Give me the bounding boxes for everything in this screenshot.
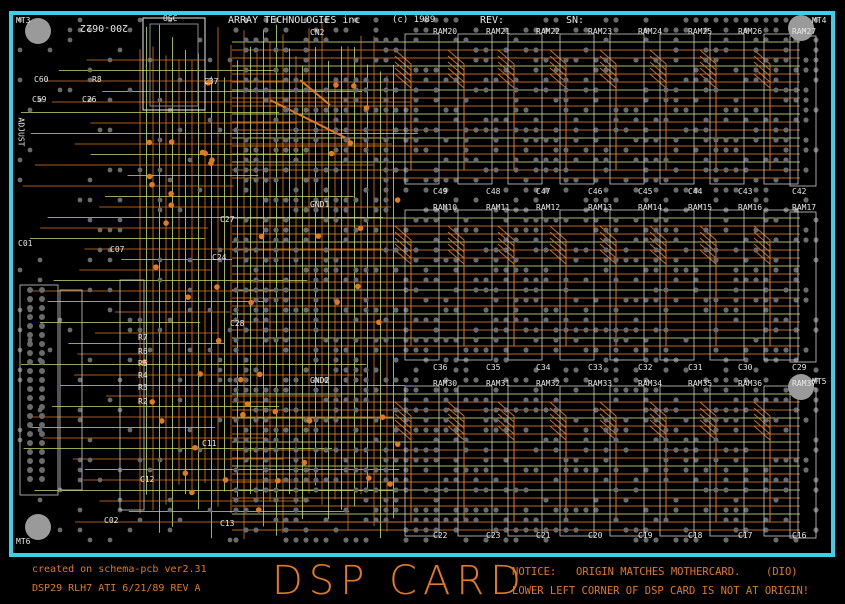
component-label: C12 (140, 475, 155, 484)
ram-label: RAM14 (638, 203, 663, 212)
capacitor-label: C45 (638, 187, 653, 196)
ram-label: RAM24 (638, 27, 663, 36)
capacitor-label: C19 (638, 531, 653, 540)
ram-label: RAM15 (688, 203, 713, 212)
ram-label: RAM25 (688, 27, 713, 36)
component-label: R6 (138, 347, 148, 356)
capacitor-label: C47 (536, 187, 551, 196)
capacitor-label: C35 (486, 363, 501, 372)
component-label: R5 (138, 359, 148, 368)
notice-code: (DIO) (766, 566, 798, 578)
capacitor-label: C42 (792, 187, 807, 196)
notice-label: NOTICE: (512, 566, 557, 578)
pcb-layout (0, 0, 845, 601)
component-label: C59 (32, 95, 47, 104)
ram-label: RAM37 (792, 379, 817, 388)
connector-label-gnd1: GND1 (310, 200, 330, 209)
capacitor-label: C30 (738, 363, 753, 372)
component-label: C27 (220, 215, 235, 224)
capacitor-label: C32 (638, 363, 653, 372)
mount-hole-label-mt4: MT4 (812, 16, 827, 25)
capacitor-label: C29 (792, 363, 807, 372)
capacitor-label: C20 (588, 531, 603, 540)
component-label: C07 (110, 245, 125, 254)
component-label: C11 (202, 439, 217, 448)
ram-label: RAM33 (588, 379, 613, 388)
component-label: C60 (34, 75, 49, 84)
component-label: R8 (92, 75, 102, 84)
sn-label: SN: (566, 15, 585, 26)
ram-label: RAM20 (433, 27, 458, 36)
mount-hole-label-mt6: MT6 (16, 537, 31, 546)
ram-label: RAM17 (792, 203, 817, 212)
ram-label: RAM30 (433, 379, 458, 388)
ram-label: RAM27 (792, 27, 817, 36)
capacitor-label: C43 (738, 187, 753, 196)
capacitor-label: C49 (433, 187, 448, 196)
component-label: C28 (230, 319, 245, 328)
capacitor-label: C21 (536, 531, 551, 540)
connector-label-gnd2: GND2 (310, 376, 330, 385)
capacitor-label: C46 (588, 187, 603, 196)
capacitor-label: C33 (588, 363, 603, 372)
capacitor-label: C48 (486, 187, 501, 196)
component-label: C02 (104, 516, 119, 525)
capacitor-label: C22 (433, 531, 448, 540)
connector-label-cn2: CN2 (310, 28, 325, 37)
capacitor-label: C36 (433, 363, 448, 372)
capacitor-label: C16 (792, 531, 807, 540)
component-label: C13 (220, 519, 235, 528)
capacitor-label: C23 (486, 531, 501, 540)
created-text: created on schema-pcb ver2.31 (32, 564, 207, 575)
copyright-text: (c) 1989 (392, 15, 436, 25)
capacitor-label: C44 (688, 187, 703, 196)
ram-label: RAM31 (486, 379, 511, 388)
component-label: C37 (204, 77, 219, 86)
mount-hole-label-mt3: MT3 (16, 16, 31, 25)
ram-label: RAM34 (638, 379, 663, 388)
capacitor-label: C17 (738, 531, 753, 540)
ram-label: RAM12 (536, 203, 561, 212)
capacitor-label: C31 (688, 363, 703, 372)
adjust-label: ADJUST (16, 117, 26, 147)
notice-line-1: ORIGIN MATCHES MOTHERCARD. (576, 566, 741, 578)
ram-label: RAM16 (738, 203, 763, 212)
ram-label: RAM36 (738, 379, 763, 388)
ram-label: RAM26 (738, 27, 763, 36)
ram-label: RAM35 (688, 379, 713, 388)
ram-label: RAM32 (536, 379, 561, 388)
ram-label: RAM23 (588, 27, 613, 36)
capacitor-label: C18 (688, 531, 703, 540)
capacitor-label: C34 (536, 363, 551, 372)
component-label: R3 (138, 383, 148, 392)
component-label: R2 (138, 397, 148, 406)
board-title: DSP CARD (272, 558, 527, 604)
component-label: R4 (138, 371, 148, 380)
part-number: 200-0622 (80, 22, 129, 33)
component-label: C26 (82, 95, 97, 104)
component-label: C01 (18, 239, 33, 248)
component-label: R7 (138, 333, 148, 342)
component-label: C24 (212, 253, 227, 262)
notice-line-2: LOWER LEFT CORNER OF DSP CARD IS NOT AT … (512, 585, 810, 597)
ram-label: RAM21 (486, 27, 511, 36)
ram-label: RAM22 (536, 27, 561, 36)
ram-label: RAM13 (588, 203, 613, 212)
rev-label: REV: (480, 15, 505, 26)
osc-label: OSC (163, 14, 178, 23)
ram-label: RAM10 (433, 203, 458, 212)
header-text: ARRAY TECHNOLOGIES inc (228, 15, 361, 26)
board-info-text: DSP29 RLH7 ATI 6/21/89 REV A (32, 583, 201, 594)
ram-label: RAM11 (486, 203, 511, 212)
